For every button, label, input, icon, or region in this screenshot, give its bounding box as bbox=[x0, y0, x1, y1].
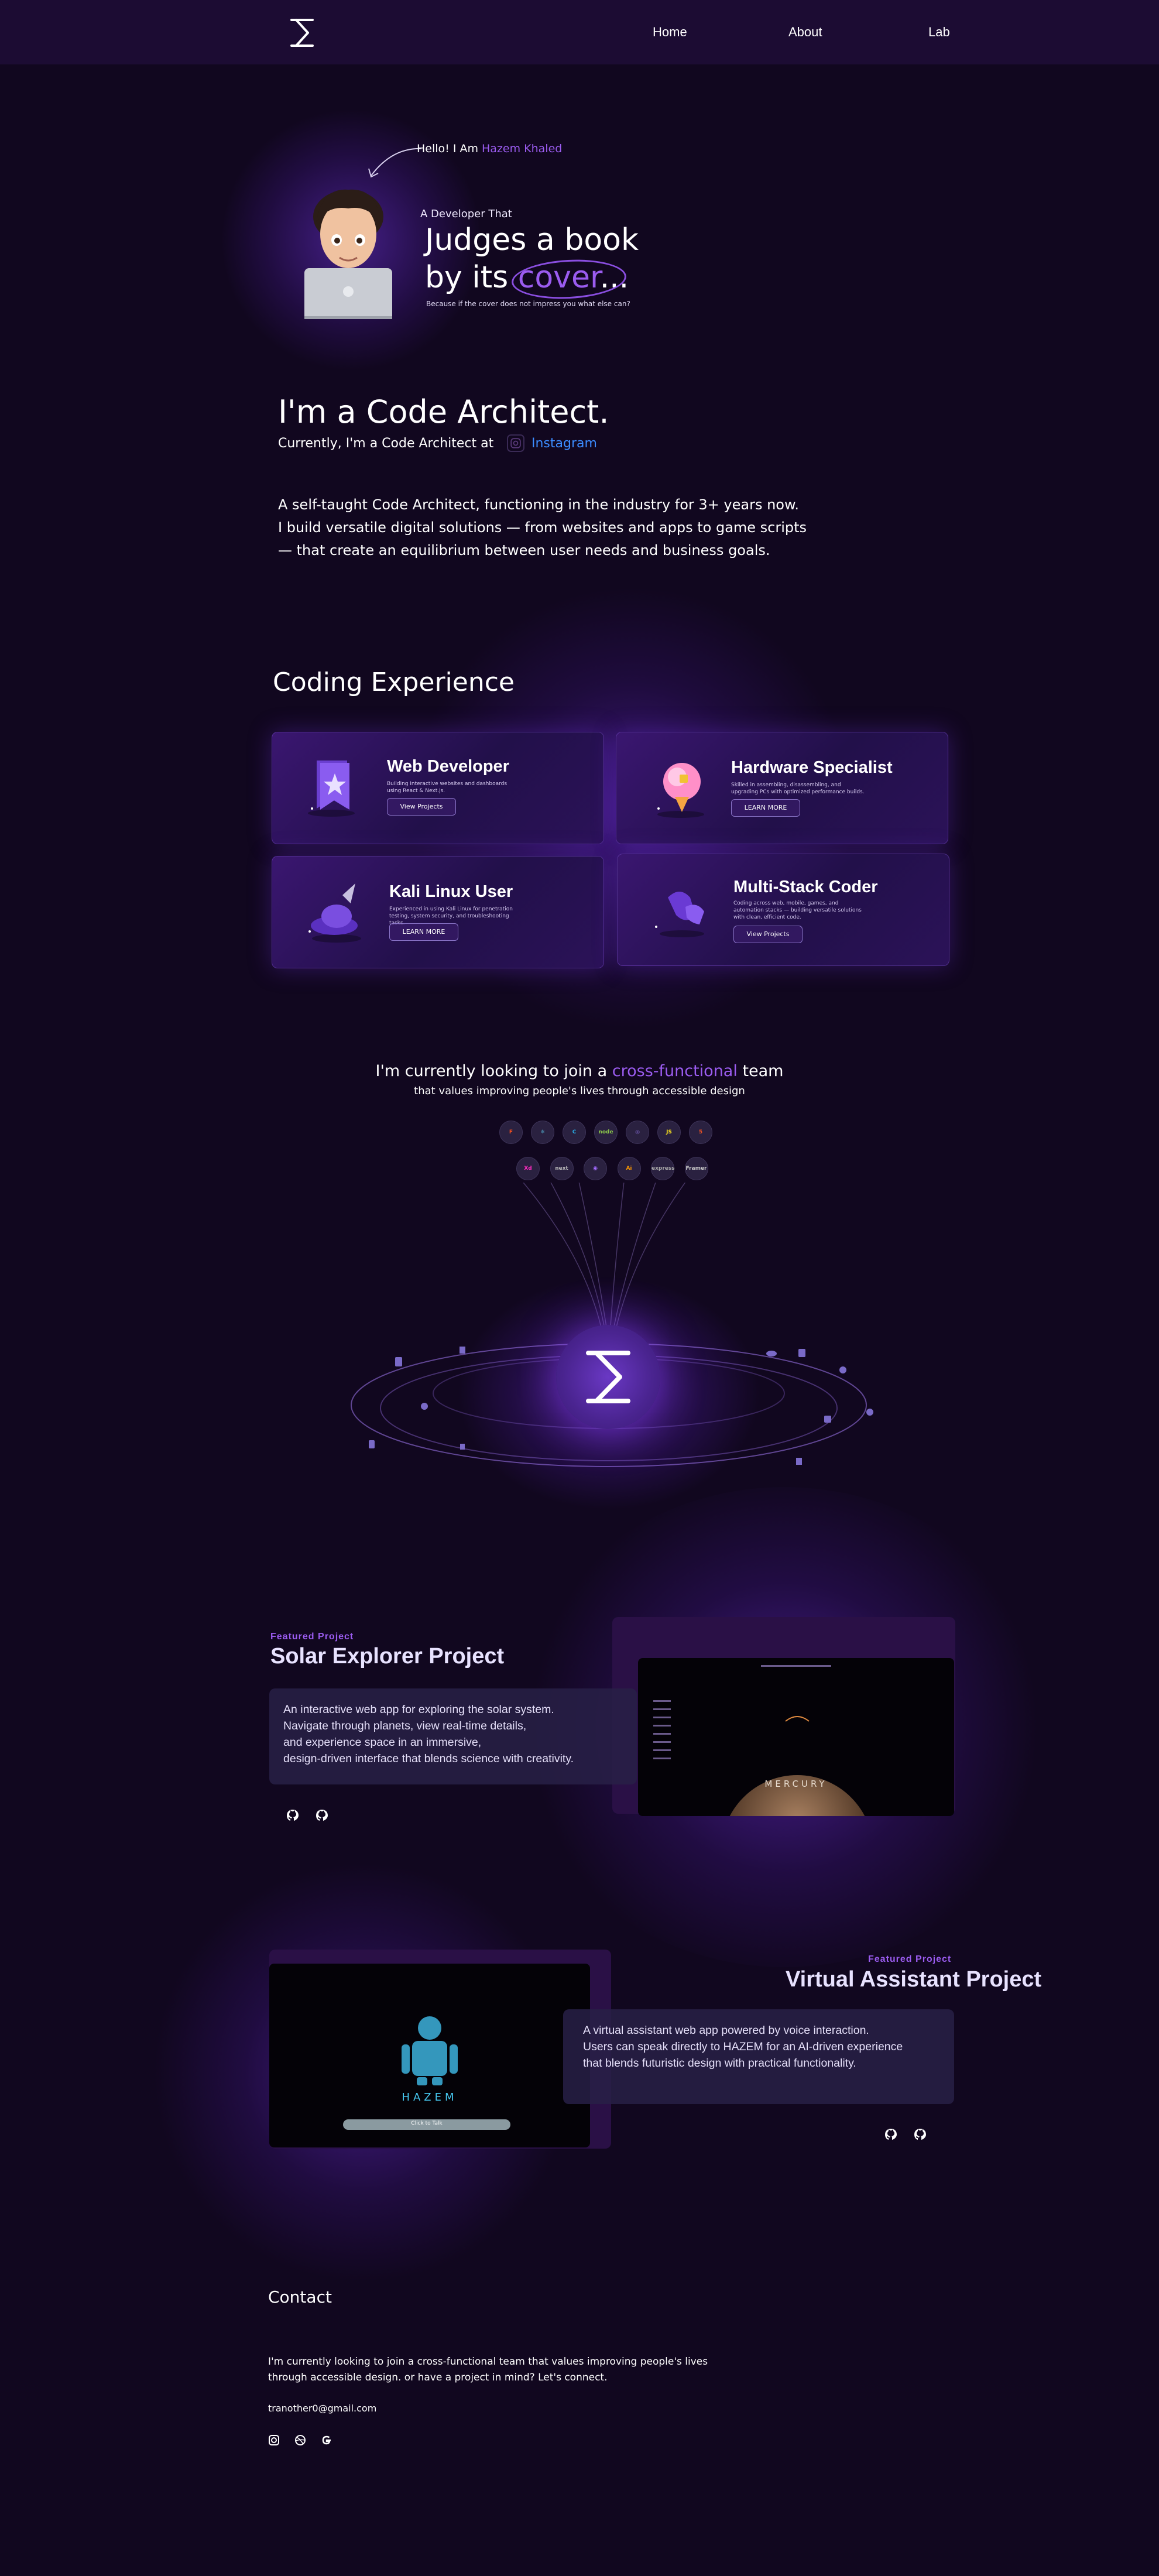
core-logo-icon bbox=[586, 1351, 630, 1403]
github-icon[interactable] bbox=[883, 2127, 899, 2143]
assistant-name: HAZEM bbox=[402, 2091, 458, 2104]
bio-line: A self-taught Code Architect, functionin… bbox=[278, 496, 800, 513]
experience-card-web-developer: Web Developer Building interactive websi… bbox=[272, 732, 604, 844]
project1-desc-line: and experience space in an immersive, bbox=[283, 1736, 482, 1749]
ice-cream-chip-icon bbox=[657, 763, 704, 818]
vite-icon: ◉ bbox=[584, 1157, 607, 1180]
contact-text-line: through accessible design. or have a pro… bbox=[268, 2372, 608, 2383]
card-description: Building interactive websites and dashbo… bbox=[387, 781, 508, 794]
framer-icon: Framer bbox=[684, 1157, 708, 1180]
dribbble-icon[interactable] bbox=[294, 2434, 307, 2447]
figma-icon: F bbox=[499, 1121, 523, 1144]
card-description: Coding across web, mobile, games, and au… bbox=[733, 900, 862, 920]
project2-desc-line: Users can speak directly to HAZEM for an… bbox=[583, 2040, 903, 2053]
experience-title: Coding Experience bbox=[273, 667, 515, 697]
looking-subtitle: that values improving people's lives thr… bbox=[414, 1085, 745, 1097]
project2-screenshot[interactable]: HAZEM Click to Talk bbox=[269, 1964, 590, 2147]
intro-title: I'm a Code Architect. bbox=[278, 393, 609, 430]
instagram-icon[interactable] bbox=[268, 2434, 280, 2447]
orbit-core bbox=[556, 1325, 660, 1429]
github-icon[interactable] bbox=[314, 1808, 330, 1824]
javascript-icon: JS bbox=[657, 1121, 681, 1144]
google-icon[interactable] bbox=[320, 2434, 333, 2447]
controller-icon bbox=[655, 892, 704, 937]
headline-prefix: by its bbox=[425, 260, 518, 295]
learn-more-button[interactable]: LEARN MORE bbox=[731, 799, 800, 817]
card-title: Hardware Specialist bbox=[731, 758, 893, 777]
illustrator-icon: Ai bbox=[617, 1157, 641, 1180]
project1-desc-line: design-driven interface that blends scie… bbox=[283, 1752, 574, 1765]
looking-highlight: cross-functional bbox=[612, 1062, 738, 1080]
css-icon: C bbox=[563, 1121, 586, 1144]
company-link[interactable]: Instagram bbox=[532, 436, 597, 451]
github-icon[interactable] bbox=[284, 1808, 301, 1824]
html-icon: 5 bbox=[689, 1121, 712, 1144]
project1-screenshot[interactable]: MERCURY bbox=[638, 1658, 954, 1816]
react-icon: ⚛ bbox=[531, 1121, 554, 1144]
project1-title: Solar Explorer Project bbox=[270, 1644, 505, 1669]
avatar bbox=[304, 189, 392, 319]
site-logo-icon[interactable] bbox=[288, 18, 316, 48]
nav-about-link[interactable]: About bbox=[788, 25, 822, 40]
connector-lines bbox=[523, 1183, 686, 1335]
helmet-terminal-icon bbox=[308, 883, 361, 943]
robot-screen-art bbox=[343, 2016, 510, 2130]
hero-headline-line1: Judges a book bbox=[425, 222, 639, 258]
project2-desc-line: A virtual assistant web app powered by v… bbox=[583, 2024, 869, 2037]
nav-home-link[interactable]: Home bbox=[653, 25, 687, 40]
project2-description-box: A virtual assistant web app powered by v… bbox=[563, 2009, 954, 2104]
view-projects-button[interactable]: View Projects bbox=[387, 798, 456, 816]
hero-subnote: Because if the cover does not impress yo… bbox=[426, 300, 630, 308]
hero-greeting: Hello! I Am Hazem Khaled bbox=[417, 142, 562, 155]
top-nav bbox=[0, 0, 1159, 64]
contact-text-line: I'm currently looking to join a cross-fu… bbox=[268, 2356, 708, 2368]
contact-email-link[interactable]: tranother0@gmail.com bbox=[268, 2403, 376, 2414]
contact-title: Contact bbox=[268, 2287, 332, 2307]
star-badge-icon bbox=[308, 761, 355, 817]
project2-title: Virtual Assistant Project bbox=[786, 1967, 1042, 1992]
project2-eyebrow: Featured Project bbox=[868, 1954, 952, 1964]
instagram-icon bbox=[507, 434, 524, 452]
card-title: Kali Linux User bbox=[389, 882, 513, 901]
looking-suffix: team bbox=[737, 1062, 784, 1080]
nodejs-icon: node bbox=[594, 1121, 618, 1144]
github-icon[interactable] bbox=[912, 2127, 928, 2143]
bio-line: I build versatile digital solutions — fr… bbox=[278, 519, 807, 536]
talk-button[interactable]: Click to Talk bbox=[343, 2121, 510, 2126]
greeting-prefix: Hello! I Am bbox=[417, 142, 478, 155]
project1-eyebrow: Featured Project bbox=[270, 1632, 354, 1642]
view-projects-button[interactable]: View Projects bbox=[733, 926, 803, 943]
hero-dev-that: A Developer That bbox=[420, 208, 512, 220]
express-icon: express bbox=[651, 1157, 675, 1180]
experience-card-kali-linux: Kali Linux User Experienced in using Kal… bbox=[272, 856, 604, 968]
card-title: Web Developer bbox=[387, 757, 509, 776]
project1-desc-line: Navigate through planets, view real-time… bbox=[283, 1719, 527, 1732]
experience-card-multi-stack: Multi-Stack Coder Coding across web, mob… bbox=[617, 854, 949, 966]
experience-card-hardware-specialist: Hardware Specialist Skilled in assemblin… bbox=[616, 732, 948, 844]
learn-more-button[interactable]: LEARN MORE bbox=[389, 923, 458, 941]
greeting-name: Hazem Khaled bbox=[482, 142, 563, 155]
redux-icon: ◎ bbox=[626, 1121, 649, 1144]
nextjs-icon: next bbox=[550, 1157, 574, 1180]
looking-heading: I'm currently looking to join a cross-fu… bbox=[0, 1062, 1159, 1080]
project2-desc-line: that blends futuristic design with pract… bbox=[583, 2057, 856, 2070]
adobe-xd-icon: Xd bbox=[516, 1157, 540, 1180]
planet-screen-art bbox=[653, 1665, 865, 1816]
bio-line: — that create an equilibrium between use… bbox=[278, 542, 770, 559]
planet-name: MERCURY bbox=[764, 1779, 828, 1789]
card-description: Skilled in assembling, disassembling, an… bbox=[731, 782, 865, 795]
project1-desc-line: An interactive web app for exploring the… bbox=[283, 1703, 554, 1716]
looking-prefix: I'm currently looking to join a bbox=[375, 1062, 612, 1080]
card-title: Multi-Stack Coder bbox=[733, 878, 878, 896]
nav-lab-link[interactable]: Lab bbox=[928, 25, 950, 40]
intro-currently: Currently, I'm a Code Architect at bbox=[278, 436, 494, 451]
project1-description-box: An interactive web app for exploring the… bbox=[269, 1688, 637, 1784]
